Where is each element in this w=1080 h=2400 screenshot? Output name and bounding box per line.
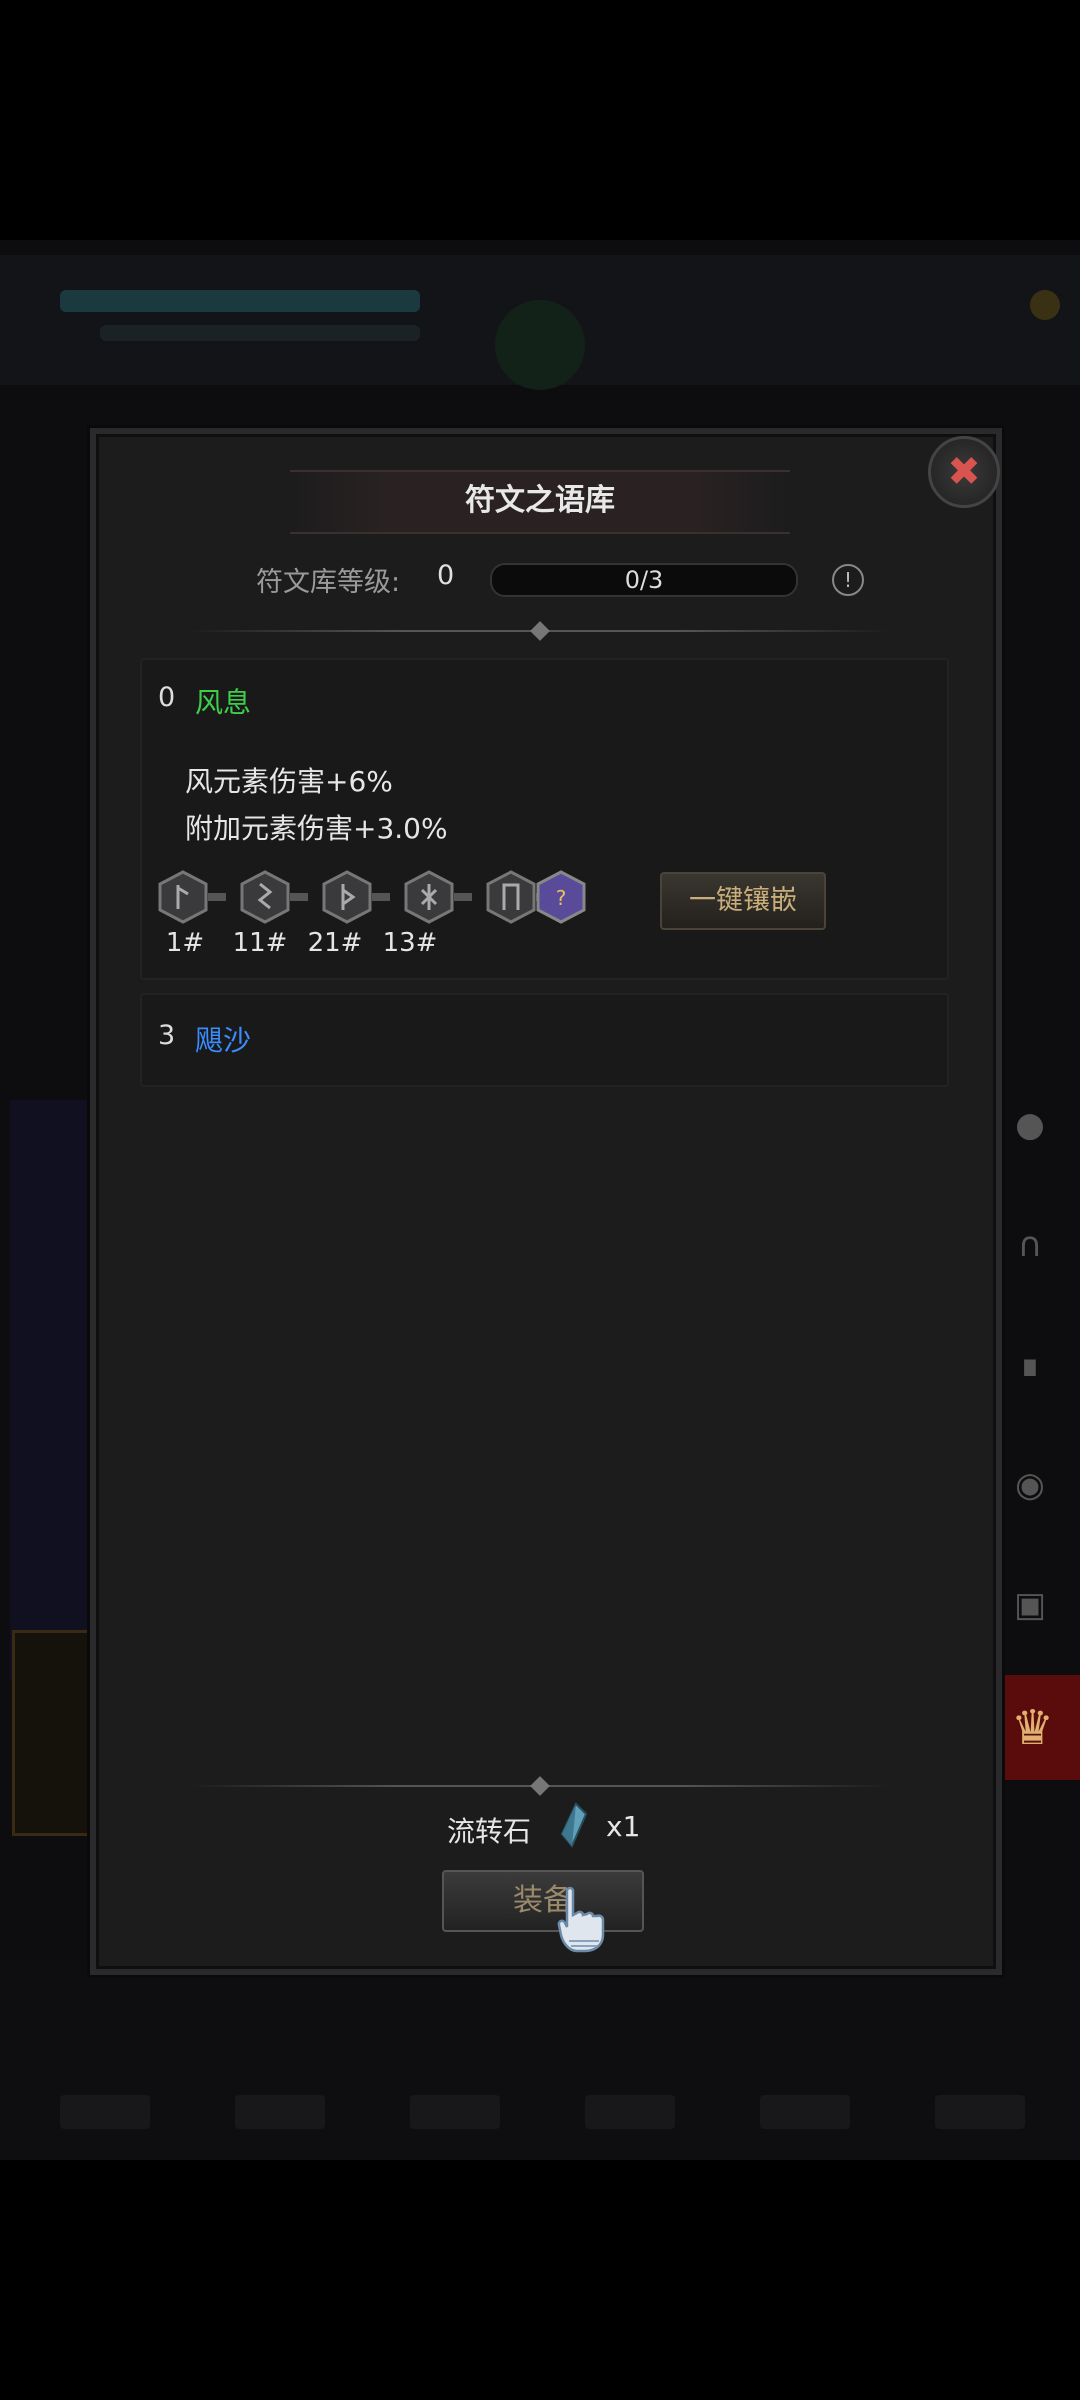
rune-icon[interactable] bbox=[238, 870, 292, 924]
rune-label: 21# bbox=[307, 928, 363, 958]
pants-icon[interactable]: ∩ bbox=[1000, 1215, 1060, 1275]
mystery-rune-icon[interactable]: ? bbox=[534, 870, 588, 924]
rune-label: 11# bbox=[232, 928, 288, 958]
helmet-icon[interactable]: ● bbox=[1000, 1095, 1060, 1155]
stone-count: x1 bbox=[606, 1810, 641, 1843]
level-progress-bar: 0/3 bbox=[490, 563, 798, 597]
coin-icon bbox=[1030, 290, 1060, 320]
info-icon[interactable]: ! bbox=[832, 564, 864, 596]
nav-item bbox=[235, 2095, 325, 2129]
level-label: 符文库等级: bbox=[256, 567, 401, 598]
crystal-icon bbox=[558, 1802, 588, 1848]
rune-icon[interactable] bbox=[320, 870, 374, 924]
close-icon[interactable]: ✖ bbox=[928, 436, 1000, 508]
rune-icon[interactable] bbox=[156, 870, 210, 924]
rune-link bbox=[208, 893, 226, 901]
svg-text:?: ? bbox=[556, 886, 567, 910]
runeword-effect: 附加元素伤害+3.0% bbox=[185, 812, 448, 845]
backdrop-exp-bar bbox=[100, 325, 420, 341]
rune-link bbox=[372, 893, 390, 901]
rune-link bbox=[290, 893, 308, 901]
backdrop-orb bbox=[495, 300, 585, 390]
dialog-title: 符文之语库 bbox=[465, 483, 615, 518]
gauntlet-icon[interactable]: ◉ bbox=[1000, 1455, 1060, 1515]
stone-label: 流转石 bbox=[447, 1815, 532, 1848]
one-click-inlay-button[interactable]: 一键镶嵌 bbox=[660, 872, 826, 930]
backdrop-health-bar bbox=[60, 290, 420, 312]
rune-icon[interactable] bbox=[484, 870, 538, 924]
runeword-name[interactable]: 风息 bbox=[195, 681, 251, 721]
nav-item bbox=[410, 2095, 500, 2129]
rune-label: 1# bbox=[165, 928, 205, 958]
hand-pointer-icon bbox=[555, 1885, 607, 1955]
level-value: 0 bbox=[437, 560, 455, 591]
runeword-name[interactable]: 飓沙 bbox=[195, 1019, 251, 1059]
rune-link bbox=[454, 893, 472, 901]
boots-icon[interactable]: ∎ bbox=[1000, 1335, 1060, 1395]
backdrop-left-panel bbox=[10, 1100, 90, 1680]
nav-item bbox=[585, 2095, 675, 2129]
runeword-count: 0 bbox=[158, 682, 176, 713]
nav-item bbox=[935, 2095, 1025, 2129]
backdrop-left-card bbox=[12, 1630, 98, 1836]
backdrop-bottom-nav bbox=[0, 1960, 1080, 2160]
runeword-card bbox=[140, 993, 949, 1087]
nav-item bbox=[760, 2095, 850, 2129]
rune-label: 13# bbox=[382, 928, 438, 958]
armor-icon[interactable]: ▣ bbox=[1000, 1575, 1060, 1635]
runeword-count: 3 bbox=[158, 1020, 176, 1051]
nav-item bbox=[60, 2095, 150, 2129]
rune-icon[interactable] bbox=[402, 870, 456, 924]
progress-text: 0/3 bbox=[624, 566, 664, 594]
equip-button[interactable]: 装备 bbox=[442, 1870, 644, 1932]
runeword-effect: 风元素伤害+6% bbox=[185, 765, 393, 798]
